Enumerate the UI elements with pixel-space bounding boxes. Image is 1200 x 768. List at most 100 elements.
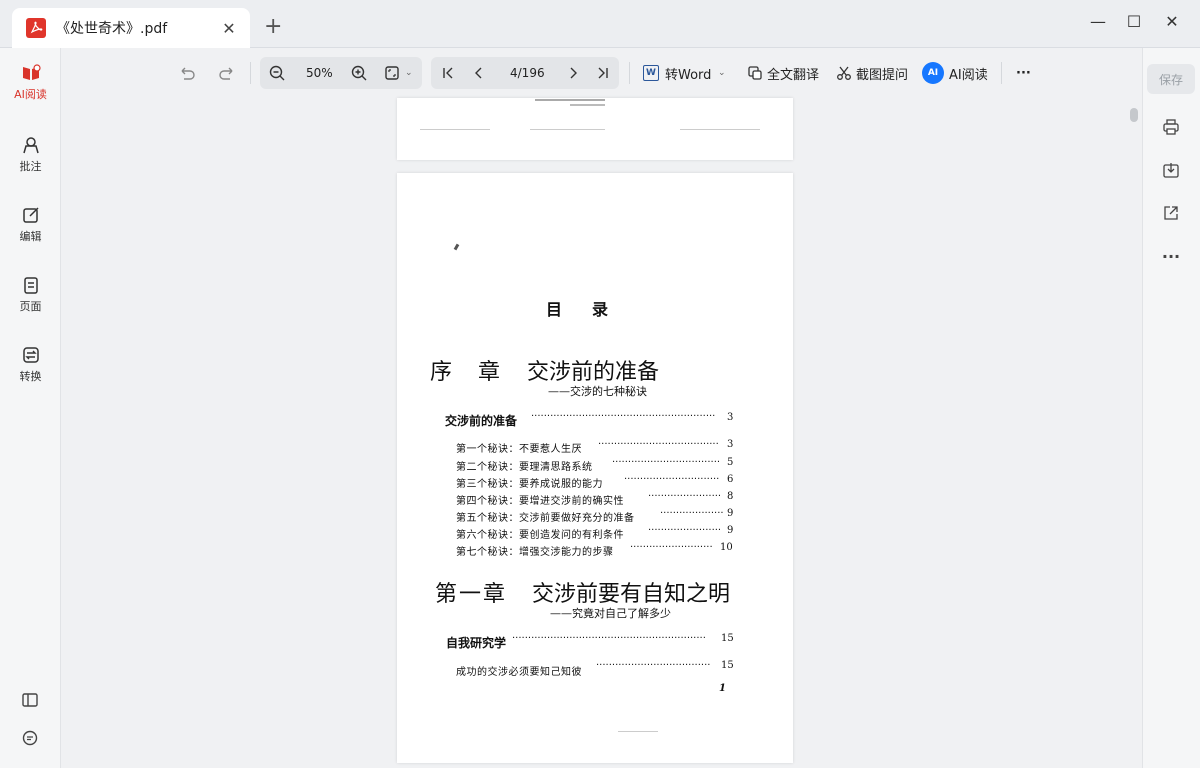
preface-heading: 序 章 交涉前的准备 [430,354,659,386]
print-icon[interactable] [1159,115,1183,139]
screenshot-ask-label: 截图提问 [856,67,909,83]
page-indicator[interactable]: 4/196 [510,62,545,84]
first-page-icon[interactable] [440,62,456,84]
chapter1-section-title: 自我研究学 [446,636,507,650]
chapter1-title: 交涉前要有自知之明 [532,582,731,607]
toc-page-number: 15 [721,633,734,644]
share-icon[interactable] [1159,201,1183,225]
to-word-label: 转Word [665,67,712,83]
divider [1001,62,1002,84]
sidebar-item-label: AI阅读 [14,88,47,101]
undo-icon[interactable] [178,62,196,84]
sidebar-item-label: 批注 [19,160,42,173]
zoom-level[interactable]: 50% [306,62,333,84]
word-icon: W [643,65,659,81]
pages-icon [20,274,42,296]
preface-subtitle: ——交涉的七种秘诀 [548,385,647,398]
toc-entry: 第二个秘诀：要理清思路系统 [456,462,593,473]
prev-page-icon[interactable] [471,62,487,84]
last-page-icon[interactable] [595,62,611,84]
sidebar-item-ai-read[interactable]: AI阅读 [0,62,61,102]
chapter1-label: 第一章 [435,582,508,607]
toc-page-number: 9 [727,525,734,536]
toc-page-number: 5 [727,457,734,468]
leader-dots: ······················· [648,491,722,502]
save-button[interactable]: 保存 [1147,64,1195,94]
ai-badge-icon: AI [922,62,944,84]
maximize-icon[interactable]: ☐ [1122,12,1146,31]
toc-entry: 第五个秘诀：交涉前要做好充分的准备 [456,513,635,524]
close-window-icon[interactable]: ✕ [1160,12,1184,31]
leader-dots: ·························· [630,542,713,553]
leader-dots: ···································· [596,660,711,671]
document-tab[interactable]: 《处世奇术》.pdf ✕ [12,8,250,48]
fit-dropdown-icon[interactable]: ⌄ [405,62,413,84]
leader-dots: ······························ [624,474,720,485]
more-options-icon[interactable]: ··· [1016,62,1031,84]
tab-title: 《处世奇术》.pdf [56,21,168,37]
right-sidebar [1142,48,1200,768]
divider [250,62,251,84]
close-tab-icon[interactable]: ✕ [220,19,238,38]
chapter1-heading: 第一章 交涉前要有自知之明 [435,576,730,608]
minimize-icon[interactable]: — [1086,12,1110,31]
toc-title: 目录 [546,300,639,319]
convert-icon [20,344,42,366]
translate-label: 全文翻译 [767,67,820,83]
toc-page-number: 3 [727,439,734,450]
preface-section-title: 交涉前的准备 [445,414,518,428]
toc-page-number: 3 [727,412,734,423]
toc-entry: 第三个秘诀：要养成说服的能力 [456,479,603,490]
redo-icon[interactable] [218,62,236,84]
toc-entry: 第七个秘诀：增强交涉能力的步骤 [456,547,614,558]
next-page-icon[interactable] [565,62,581,84]
sidebar-panel-toggle-icon[interactable] [21,691,39,713]
toc-page-number: 6 [727,474,734,485]
toc-entry: 第一个秘诀：不要惹人生厌 [456,444,582,455]
toc-entry: 第四个秘诀：要增进交涉前的确实性 [456,496,624,507]
pdf-icon [26,18,46,38]
right-more-icon[interactable]: ··· [1159,244,1183,268]
download-icon[interactable] [1159,158,1183,182]
toc-entry: 成功的交涉必须要知己知彼 [456,667,582,678]
scrollbar-thumb[interactable] [1130,108,1138,122]
leader-dots: ······································ [598,439,719,450]
preface-title: 交涉前的准备 [527,360,660,385]
toc-page-number: 8 [727,491,734,502]
sidebar-item-convert[interactable]: 转换 [0,344,61,384]
title-bar: 《处世奇术》.pdf ✕ + — ☐ ✕ [0,0,1200,48]
feedback-icon[interactable] [21,729,39,751]
leader-dots: ·································· [612,457,721,468]
preface-label: 序 章 [430,360,503,385]
fit-page-icon[interactable] [383,62,401,84]
to-word-button[interactable]: W 转Word [643,62,711,84]
sidebar-item-edit[interactable]: 编辑 [0,204,61,244]
page-footer-number: 1 [719,683,726,694]
divider [629,62,630,84]
to-word-dropdown-icon[interactable]: ⌄ [718,62,726,84]
scan-artifact [570,104,605,106]
toc-entry: 第六个秘诀：要创造发问的有利条件 [456,530,624,541]
ai-read-button[interactable]: AI AI阅读 [922,62,988,84]
toc-page-number: 15 [721,660,734,671]
translate-icon [747,65,763,81]
leader-dots: ········································… [512,633,706,644]
scan-artifact [420,129,490,130]
edit-icon [20,204,42,226]
scan-artifact [530,129,605,130]
leader-dots: ········································… [531,411,716,422]
annotate-icon [20,134,42,156]
zoom-in-icon[interactable] [350,62,368,84]
translate-button[interactable]: 全文翻译 [747,62,819,84]
leader-dots: ···················· [660,508,724,519]
scissors-icon [836,65,852,81]
screenshot-ask-button[interactable]: 截图提问 [836,62,908,84]
chapter1-subtitle: ——究竟对自己了解多少 [550,607,671,620]
new-tab-icon[interactable]: + [264,16,282,38]
ai-read-label: AI阅读 [949,67,988,83]
sidebar-item-pages[interactable]: 页面 [0,274,61,314]
toc-page-number: 9 [727,508,734,519]
scan-artifact [535,99,605,101]
zoom-out-icon[interactable] [268,62,286,84]
sidebar-item-annotate[interactable]: 批注 [0,134,61,174]
